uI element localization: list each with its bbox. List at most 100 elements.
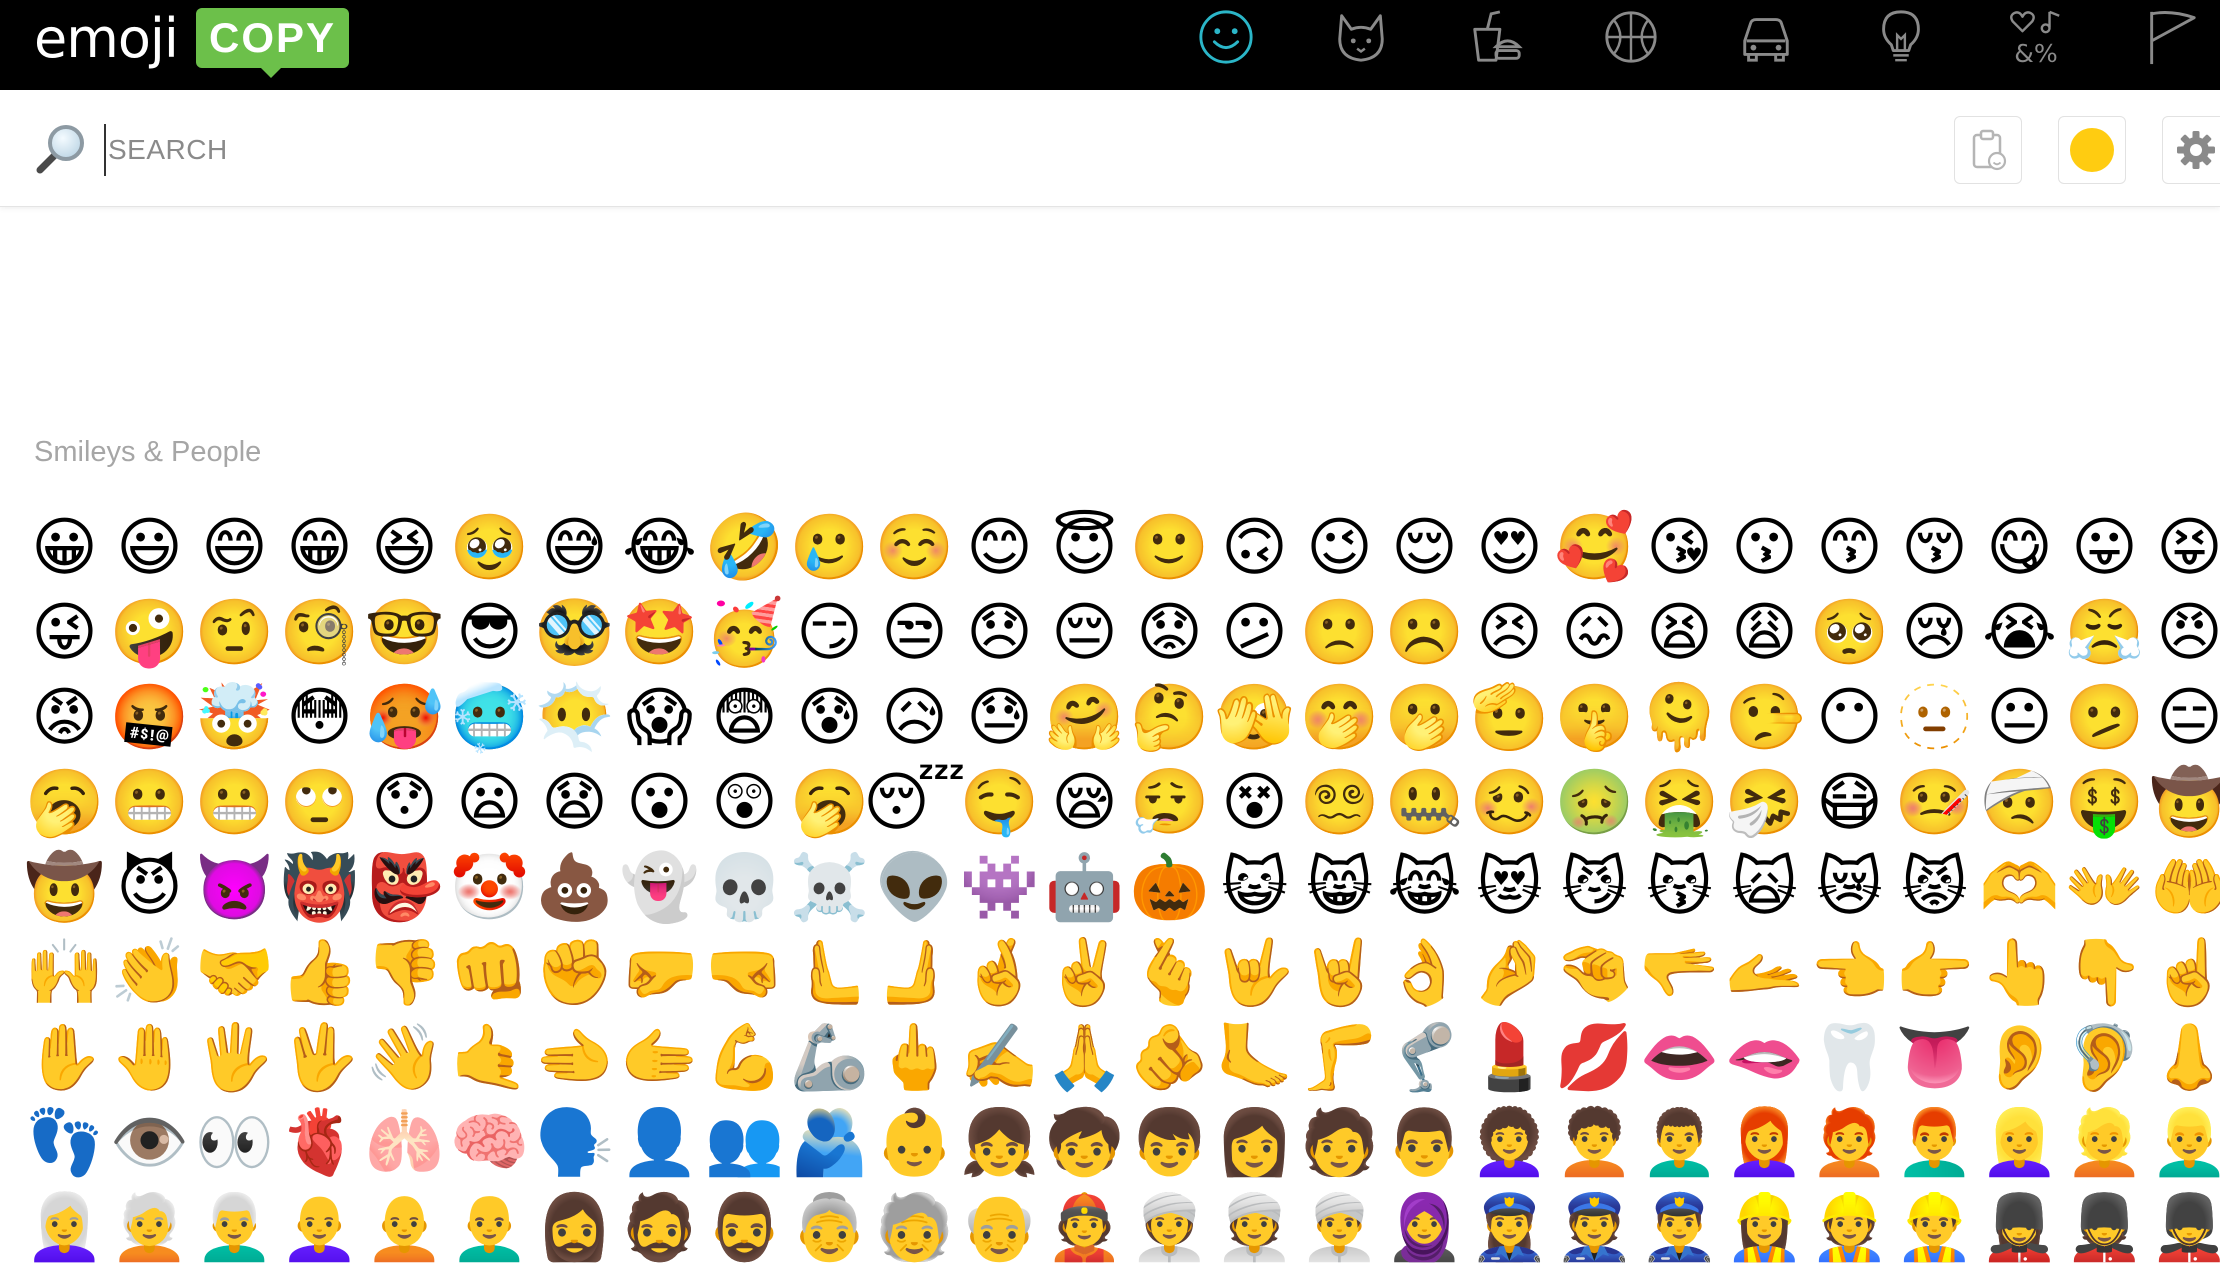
emoji-item[interactable]: 🫴: [1722, 930, 1807, 1015]
emoji-item[interactable]: 👣: [22, 1100, 107, 1185]
emoji-item[interactable]: 😲: [702, 760, 787, 845]
emoji-item[interactable]: 😰: [787, 675, 872, 760]
emoji-item[interactable]: 😫: [1637, 590, 1722, 675]
emoji-item[interactable]: 👴: [957, 1185, 1042, 1270]
emoji-item[interactable]: 👮: [1552, 1185, 1637, 1270]
emoji-item[interactable]: 🤣: [702, 505, 787, 590]
emoji-item[interactable]: 🦻: [2062, 1015, 2147, 1100]
emoji-item[interactable]: 🤔: [1127, 675, 1212, 760]
emoji-item[interactable]: 👨‍🦲: [447, 1185, 532, 1270]
emoji-item[interactable]: 😬: [107, 760, 192, 845]
emoji-item[interactable]: 😭: [1977, 590, 2062, 675]
emoji-item[interactable]: 🙄: [277, 760, 362, 845]
emoji-item[interactable]: ✊: [532, 930, 617, 1015]
emoji-item[interactable]: 👩‍🦲: [277, 1185, 362, 1270]
emoji-item[interactable]: 😴: [863, 760, 966, 845]
emoji-item[interactable]: 👲: [1042, 1185, 1127, 1270]
emoji-item[interactable]: 🥹: [447, 505, 532, 590]
emoji-item[interactable]: 👨‍🦳: [192, 1185, 277, 1270]
emoji-item[interactable]: 🫤: [2062, 675, 2147, 760]
emoji-item[interactable]: 🥱: [787, 760, 872, 845]
emoji-item[interactable]: 😠: [2147, 590, 2220, 675]
emoji-item[interactable]: 🧕: [1382, 1185, 1467, 1270]
brand-name[interactable]: emoji: [34, 4, 179, 74]
emoji-item[interactable]: 😐: [1977, 675, 2062, 760]
emoji-item[interactable]: 🫂: [787, 1100, 872, 1185]
emoji-item[interactable]: 🥰: [1552, 505, 1637, 590]
emoji-item[interactable]: 🧔‍♂️: [702, 1185, 787, 1270]
emoji-item[interactable]: 👍: [277, 930, 362, 1015]
emoji-item[interactable]: 🥳: [702, 590, 787, 675]
emoji-item[interactable]: 🤲: [2147, 845, 2220, 930]
emoji-item[interactable]: 👥: [702, 1100, 787, 1185]
skin-tone-button[interactable]: [2058, 116, 2126, 184]
emoji-item[interactable]: 🫣: [1212, 675, 1297, 760]
emoji-item[interactable]: 👻: [617, 845, 702, 930]
emoji-item[interactable]: 👇: [2062, 930, 2147, 1015]
emoji-item[interactable]: 👺: [362, 845, 447, 930]
emoji-item[interactable]: 😷: [1807, 760, 1892, 845]
tab-activity[interactable]: [1600, 6, 1662, 68]
emoji-item[interactable]: 😽: [1637, 845, 1722, 930]
emoji-item[interactable]: 😄: [192, 505, 277, 590]
emoji-item[interactable]: 😮: [617, 760, 702, 845]
emoji-item[interactable]: 😚: [1892, 505, 1977, 590]
emoji-item[interactable]: 😯: [362, 760, 447, 845]
emoji-item[interactable]: 😬: [192, 760, 277, 845]
emoji-item[interactable]: 😃: [107, 505, 192, 590]
emoji-item[interactable]: 🎃: [1127, 845, 1212, 930]
emoji-item[interactable]: 🤫: [1552, 675, 1637, 760]
emoji-item[interactable]: 😪: [1042, 760, 1127, 845]
emoji-item[interactable]: 🤛: [617, 930, 702, 1015]
emoji-item[interactable]: 😶‍🌫️: [532, 675, 617, 760]
emoji-item[interactable]: 🙂: [1127, 505, 1212, 590]
emoji-item[interactable]: 🥸: [532, 590, 617, 675]
emoji-item[interactable]: 😈: [107, 845, 192, 930]
emoji-item[interactable]: 🫳: [1637, 930, 1722, 1015]
emoji-item[interactable]: 😵‍💫: [1297, 760, 1382, 845]
emoji-item[interactable]: 👹: [277, 845, 362, 930]
emoji-item[interactable]: 😏: [787, 590, 872, 675]
emoji-item[interactable]: 😂: [617, 505, 702, 590]
emoji-item[interactable]: 🥱: [22, 760, 107, 845]
emoji-item[interactable]: 😁: [277, 505, 362, 590]
emoji-item[interactable]: 👾: [957, 845, 1042, 930]
emoji-item[interactable]: 👎: [362, 930, 447, 1015]
emoji-item[interactable]: 🥺: [1807, 590, 1892, 675]
emoji-item[interactable]: 😢: [1892, 590, 1977, 675]
emoji-item[interactable]: 😱: [617, 675, 702, 760]
emoji-item[interactable]: 👨‍🦰: [1892, 1100, 1977, 1185]
emoji-item[interactable]: 🦵: [1297, 1015, 1382, 1100]
emoji-item[interactable]: 👮‍♂️: [1637, 1185, 1722, 1270]
emoji-item[interactable]: 👌: [1382, 930, 1467, 1015]
emoji-item[interactable]: 👐: [2062, 845, 2147, 930]
emoji-item[interactable]: 💂‍♀️: [1977, 1185, 2062, 1270]
emoji-item[interactable]: 😑: [2147, 675, 2220, 760]
emoji-item[interactable]: 😙: [1807, 505, 1892, 590]
emoji-item[interactable]: 😡: [22, 675, 107, 760]
emoji-item[interactable]: 🫀: [277, 1100, 362, 1185]
clipboard-button[interactable]: [1954, 116, 2022, 184]
emoji-item[interactable]: 🤠: [22, 845, 107, 930]
emoji-item[interactable]: 😟: [1127, 590, 1212, 675]
emoji-item[interactable]: 🧠: [447, 1100, 532, 1185]
emoji-item[interactable]: 😩: [1722, 590, 1807, 675]
emoji-item[interactable]: 🙏: [1042, 1015, 1127, 1100]
emoji-item[interactable]: 😥: [872, 675, 957, 760]
emoji-item[interactable]: 🫁: [362, 1100, 447, 1185]
emoji-item[interactable]: 🥵: [362, 675, 447, 760]
emoji-item[interactable]: 🤢: [1552, 760, 1637, 845]
emoji-item[interactable]: 🙃: [1212, 505, 1297, 590]
emoji-item[interactable]: 🤝: [192, 930, 277, 1015]
emoji-item[interactable]: 🗣️: [532, 1100, 617, 1185]
tab-animals-nature[interactable]: [1330, 6, 1392, 68]
emoji-item[interactable]: 😿: [1807, 845, 1892, 930]
emoji-item[interactable]: 🧑‍🦲: [362, 1185, 447, 1270]
emoji-item[interactable]: 😆: [362, 505, 447, 590]
emoji-item[interactable]: 🤗: [1042, 675, 1127, 760]
emoji-item[interactable]: 😨: [702, 675, 787, 760]
emoji-item[interactable]: 🤧: [1722, 760, 1807, 845]
emoji-item[interactable]: 🫱: [617, 1015, 702, 1100]
emoji-item[interactable]: 👷: [1807, 1185, 1892, 1270]
emoji-item[interactable]: 👋: [362, 1015, 447, 1100]
